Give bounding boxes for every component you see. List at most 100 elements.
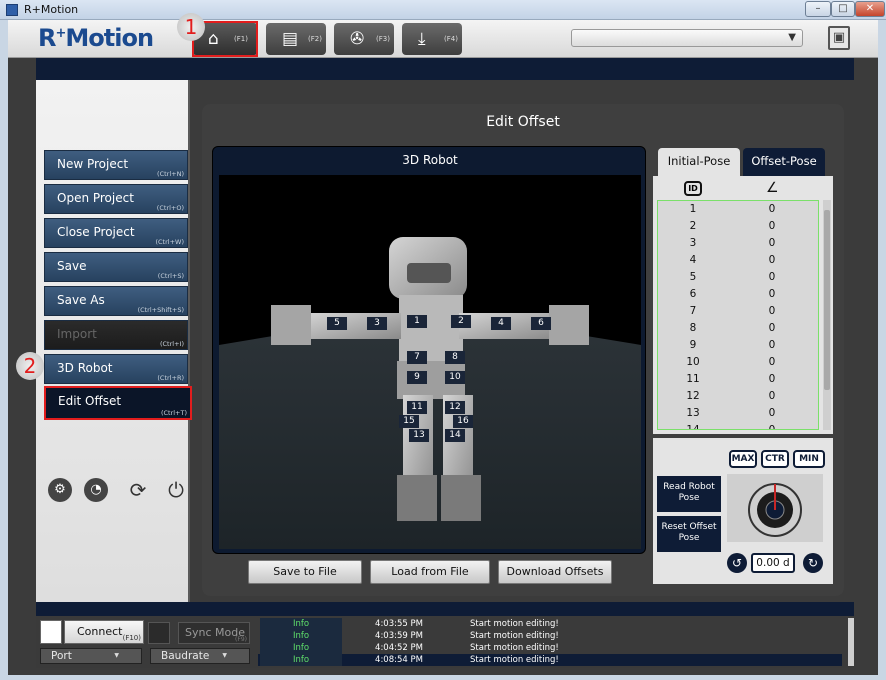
offset-row-value: 0 bbox=[768, 271, 776, 283]
offset-row-value: 0 bbox=[768, 254, 776, 266]
open-project-shortcut: (Ctrl+O) bbox=[156, 204, 184, 212]
logo-text: Motion bbox=[65, 24, 154, 52]
offset-row-id: 14 bbox=[686, 424, 700, 430]
close-project-button[interactable]: Close Project (Ctrl+W) bbox=[44, 218, 188, 248]
log-message: Start motion editing! bbox=[470, 619, 559, 629]
offset-row[interactable]: 13 0 bbox=[658, 407, 818, 424]
logo-r: R bbox=[38, 24, 57, 52]
connect-button[interactable]: Connect (F10) bbox=[64, 620, 144, 644]
log-level: Info bbox=[260, 642, 342, 654]
offset-row-id: 2 bbox=[689, 220, 697, 232]
offset-row[interactable]: 10 bbox=[658, 203, 818, 220]
save-as-label: Save As bbox=[57, 293, 105, 307]
offset-row-value: 0 bbox=[768, 322, 776, 334]
offset-row[interactable]: 70 bbox=[658, 305, 818, 322]
baudrate-select[interactable]: Baudrate ▼ bbox=[150, 648, 250, 664]
offset-table: ID ∠ 1 0 2 0 3 0 4 0 5 0 6 0 7 0 8 0 9 0 10 0 11 0 12 0 13 0 14 0 bbox=[653, 176, 833, 434]
offset-row-value: 0 bbox=[768, 407, 776, 419]
minimize-button[interactable]: – bbox=[805, 1, 831, 17]
offset-list[interactable]: 1 0 2 0 3 0 4 0 5 0 6 0 7 0 8 0 9 0 10 0 11 0 12 0 13 0 14 0 bbox=[657, 200, 819, 430]
offset-row-id: 6 bbox=[689, 288, 697, 300]
load-from-file-button[interactable]: Load from File bbox=[370, 560, 490, 584]
log-time: 4:08:54 PM bbox=[375, 655, 423, 665]
log-message: Start motion editing! bbox=[470, 643, 559, 653]
offset-row[interactable]: 11 0 bbox=[658, 373, 818, 390]
rotate-ccw-icon[interactable]: ↺ bbox=[727, 553, 747, 573]
maximize-button[interactable]: □ bbox=[831, 1, 855, 17]
read-robot-pose-button[interactable]: Read Robot Pose bbox=[657, 476, 721, 512]
tab-motion[interactable]: ▤ (F2) bbox=[266, 23, 326, 55]
log-row[interactable]: Info 4:08:54 PM Start motion editing! bbox=[258, 654, 842, 666]
save-disk-icon[interactable]: ▣ bbox=[828, 26, 850, 50]
3d-robot-shortcut: (Ctrl+R) bbox=[157, 374, 184, 382]
open-project-button[interactable]: Open Project (Ctrl+O) bbox=[44, 184, 188, 214]
close-button[interactable]: ✕ bbox=[855, 1, 885, 17]
tab-offset-pose[interactable]: Offset-Pose bbox=[743, 148, 825, 176]
log-message: Start motion editing! bbox=[470, 655, 559, 665]
offset-row[interactable]: 50 bbox=[658, 271, 818, 288]
new-project-button[interactable]: New Project (Ctrl+N) bbox=[44, 150, 188, 180]
port-select[interactable]: Port ▼ bbox=[40, 648, 142, 664]
offset-row-value: 0 bbox=[768, 373, 776, 385]
offset-row[interactable]: 10 0 bbox=[658, 356, 818, 373]
log-row[interactable]: Info 4:03:59 PM Start motion editing! bbox=[258, 630, 842, 642]
tab-initial-pose[interactable]: Initial-Pose bbox=[658, 148, 740, 176]
offset-row-id: 3 bbox=[689, 237, 697, 249]
offset-scrollbar[interactable] bbox=[823, 200, 831, 430]
log-row[interactable]: Info 4:04:52 PM Start motion editing! bbox=[258, 642, 842, 654]
connect-label: Connect bbox=[77, 625, 123, 638]
tab-task[interactable]: ✇ (F3) bbox=[334, 23, 394, 55]
tab-download[interactable]: ⤓ (F4) bbox=[402, 23, 462, 55]
save-as-button[interactable]: Save As (Ctrl+Shift+S) bbox=[44, 286, 188, 316]
log-row[interactable]: Info 4:03:55 PM Start motion editing! bbox=[258, 618, 842, 630]
offset-row[interactable]: 14 0 bbox=[658, 424, 818, 430]
window-titlebar: R+Motion – □ ✕ bbox=[0, 0, 886, 20]
offset-value-field[interactable]: 0.00 d bbox=[751, 553, 795, 573]
baudrate-label: Baudrate bbox=[161, 650, 210, 662]
offset-row-id: 12 bbox=[686, 390, 700, 402]
max-button[interactable]: MAX bbox=[729, 450, 757, 468]
port-dropdown[interactable]: ▼ bbox=[571, 29, 803, 47]
offset-row[interactable]: 90 bbox=[658, 339, 818, 356]
joint-label: 15 bbox=[399, 415, 419, 428]
offset-row-id: 13 bbox=[686, 407, 700, 419]
3d-robot-button[interactable]: 3D Robot (Ctrl+R) bbox=[44, 354, 188, 384]
rotate-cw-icon[interactable]: ↻ bbox=[803, 553, 823, 573]
joint-label: 2 bbox=[451, 315, 471, 328]
log-panel[interactable]: Info 4:03:55 PM Start motion editing! Info 4… bbox=[258, 616, 850, 668]
film-icon: ▤ bbox=[282, 29, 299, 49]
viewport-title: 3D Robot bbox=[402, 153, 458, 167]
joint-label: 14 bbox=[445, 429, 465, 442]
page-title: Edit Offset bbox=[486, 114, 560, 130]
offset-row[interactable]: 60 bbox=[658, 288, 818, 305]
offset-row[interactable]: 80 bbox=[658, 322, 818, 339]
offset-row-value: 0 bbox=[768, 237, 776, 249]
offset-row-value: 0 bbox=[768, 305, 776, 317]
power-icon[interactable]: ⏻ bbox=[164, 478, 188, 502]
save-to-file-button[interactable]: Save to File bbox=[248, 560, 362, 584]
edit-offset-button[interactable]: Edit Offset (Ctrl+T) bbox=[44, 386, 192, 420]
robot-3d-canvas[interactable]: 1 2 3 4 5 6 7 8 9 10 11 12 13 14 15 16 bbox=[219, 175, 641, 549]
refresh-icon[interactable]: ⟳ bbox=[126, 478, 150, 502]
joint-label: 13 bbox=[409, 429, 429, 442]
sync-mode-button[interactable]: Sync Mode (F9) bbox=[178, 622, 250, 644]
min-button[interactable]: MIN bbox=[793, 450, 825, 468]
compass-icon[interactable]: ◔ bbox=[84, 478, 108, 502]
gear-icon[interactable]: ⚙ bbox=[48, 478, 72, 502]
offset-table-header: ID ∠ bbox=[653, 180, 833, 200]
download-offsets-button[interactable]: Download Offsets bbox=[498, 560, 612, 584]
scroll-thumb[interactable] bbox=[824, 210, 830, 390]
offset-row[interactable]: 12 0 bbox=[658, 390, 818, 407]
angle-dial[interactable] bbox=[727, 474, 823, 542]
offset-row[interactable]: 20 bbox=[658, 220, 818, 237]
offset-row[interactable]: 30 bbox=[658, 237, 818, 254]
reset-offset-pose-button[interactable]: Reset Offset Pose bbox=[657, 516, 721, 552]
offset-row[interactable]: 40 bbox=[658, 254, 818, 271]
import-button: Import (Ctrl+I) bbox=[44, 320, 188, 350]
save-button[interactable]: Save (Ctrl+S) bbox=[44, 252, 188, 282]
log-scrollbar[interactable] bbox=[848, 618, 854, 666]
ctr-button[interactable]: CTR bbox=[761, 450, 789, 468]
angle-icon: ∠ bbox=[766, 180, 779, 196]
offset-row-value: 0 bbox=[768, 356, 776, 368]
offset-row-id: 10 bbox=[686, 356, 700, 368]
